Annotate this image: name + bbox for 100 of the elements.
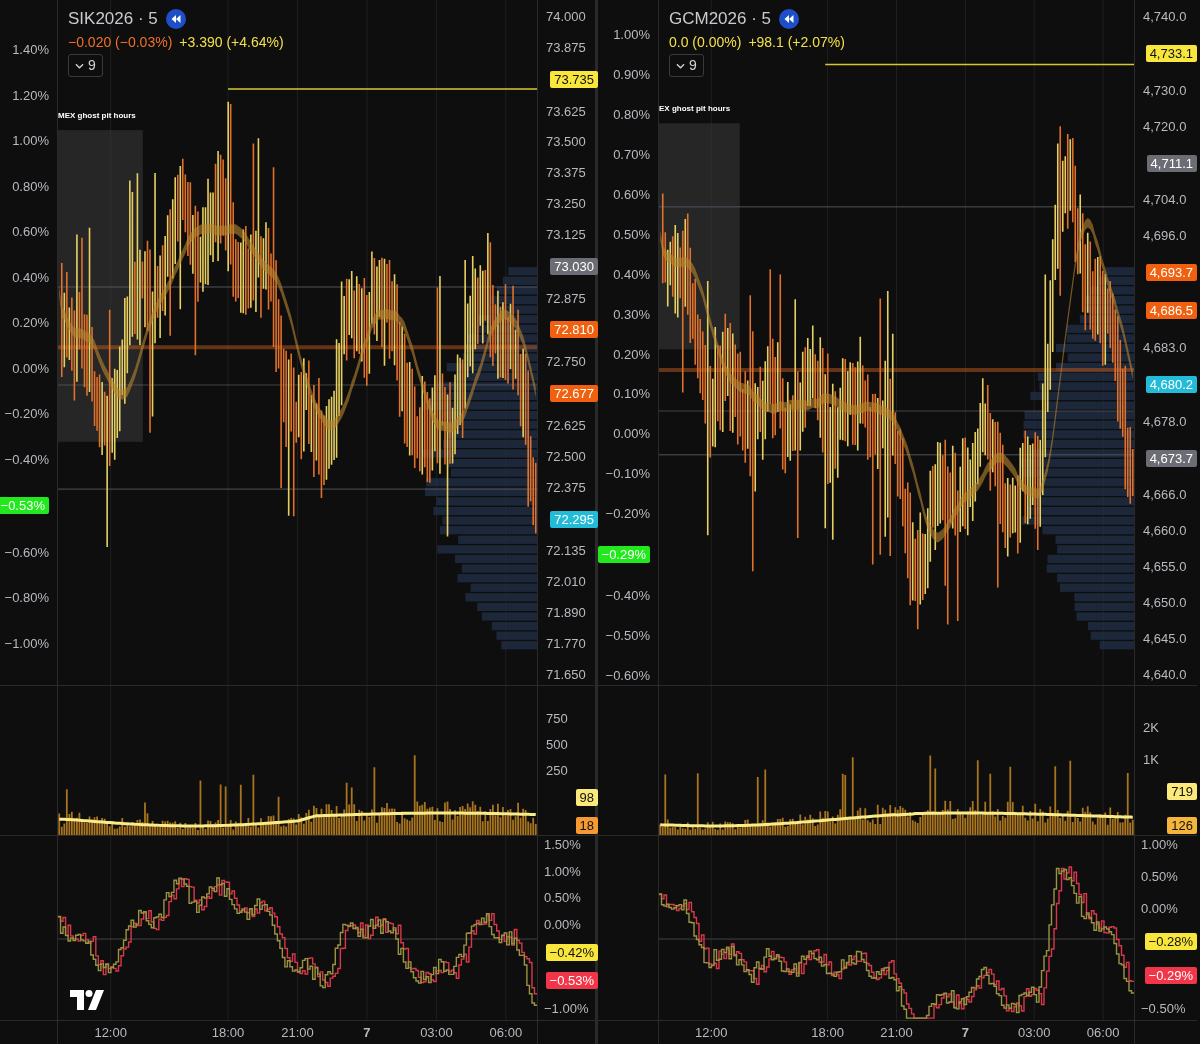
symbol-title[interactable]: GCM2026 · 5 xyxy=(669,8,772,30)
axis-label: 1.20% xyxy=(12,87,49,103)
axis-label: 72.625 xyxy=(546,417,586,433)
chevron-icon xyxy=(676,62,685,69)
price-change: −0.020 (−0.03%) xyxy=(68,33,173,51)
time-label: 21:00 xyxy=(880,1025,913,1041)
time-label: 06:00 xyxy=(489,1025,523,1041)
axis-label: 71.650 xyxy=(546,666,586,682)
axis-badge: 4,733.1 xyxy=(1145,44,1197,62)
session-label: EX ghost pit hours xyxy=(659,104,731,114)
axis-label: −0.50% xyxy=(1141,1001,1186,1016)
axis-label: −1.00% xyxy=(4,635,49,651)
axis-label: 73.500 xyxy=(546,134,586,150)
axis-label: 4,645.0 xyxy=(1143,630,1187,646)
axis-label: 73.875 xyxy=(546,39,586,55)
axis-label: 72.750 xyxy=(546,354,586,370)
axis-label: −0.20% xyxy=(4,406,49,422)
axis-badge: −0.29% xyxy=(597,546,650,564)
axis-badge: 4,693.7 xyxy=(1145,264,1197,282)
axis-label: 73.625 xyxy=(546,103,586,119)
axis-label: 71.890 xyxy=(546,605,586,621)
axis-label: 2K xyxy=(1143,720,1159,735)
time-label: 12:00 xyxy=(695,1025,728,1041)
axis-label: 1.00% xyxy=(1141,837,1178,852)
axis-label: 0.40% xyxy=(12,269,49,285)
axis-badge: −0.53% xyxy=(0,497,49,515)
axis-label: 500 xyxy=(546,737,568,752)
axis-label: 0.50% xyxy=(544,890,581,906)
axis-label: 1.00% xyxy=(613,27,650,42)
symbol-title[interactable]: SIK2026 · 5 xyxy=(68,8,158,30)
price-change: +98.1 (+2.07%) xyxy=(748,33,845,51)
price-change: 0.0 (0.00%) xyxy=(669,33,742,51)
indicators-toggle-button[interactable]: 9 xyxy=(68,54,103,77)
axis-label: 0.40% xyxy=(613,266,650,282)
axis-badge: 72.677 xyxy=(550,385,598,403)
axis-label: −0.60% xyxy=(4,544,49,560)
axis-label: 73.125 xyxy=(546,226,586,242)
time-label: 03:00 xyxy=(1018,1025,1051,1041)
price-change: +3.390 (+4.64%) xyxy=(179,33,284,51)
time-label: 21:00 xyxy=(281,1025,314,1041)
axis-label: 4,655.0 xyxy=(1143,559,1187,575)
axis-label: 72.010 xyxy=(546,574,586,590)
axis-badge: 4,686.5 xyxy=(1145,302,1197,319)
indicators-toggle-button[interactable]: 9 xyxy=(669,54,704,77)
axis-label: 72.875 xyxy=(546,290,586,306)
axis-badge: −0.28% xyxy=(1144,933,1197,950)
axis-label: 4,678.0 xyxy=(1143,413,1187,429)
axis-label: 1.00% xyxy=(12,133,49,149)
axis-badge: 98 xyxy=(575,789,598,806)
axis-label: −0.80% xyxy=(4,590,49,606)
rewind-icon[interactable] xyxy=(165,9,186,29)
time-label: 7 xyxy=(961,1025,969,1041)
rewind-icon[interactable] xyxy=(779,9,800,29)
time-label: 06:00 xyxy=(1086,1025,1120,1041)
axis-label: 0.80% xyxy=(12,178,49,194)
axis-label: −0.10% xyxy=(605,466,650,482)
axis-label: −0.50% xyxy=(605,628,650,644)
chevron-icon xyxy=(75,62,84,69)
axis-label: 73.250 xyxy=(546,196,586,212)
axis-badge: −0.42% xyxy=(545,943,598,961)
axis-label: −0.60% xyxy=(605,668,650,683)
axis-label: 0.90% xyxy=(613,66,650,82)
axis-label: 0.00% xyxy=(1141,901,1178,916)
axis-label: 1.00% xyxy=(544,863,581,879)
axis-badge: 73.030 xyxy=(550,257,598,275)
axis-label: 0.80% xyxy=(613,106,650,122)
session-label: MEX ghost pit hours xyxy=(58,111,136,121)
time-label: 18:00 xyxy=(211,1025,245,1041)
axis-label: 4,696.0 xyxy=(1143,228,1187,244)
axis-label: −0.40% xyxy=(605,588,650,604)
axis-label: 0.20% xyxy=(12,315,49,331)
axis-badge: 4,680.2 xyxy=(1145,375,1197,393)
axis-label: 72.375 xyxy=(546,479,586,495)
axis-label: 0.20% xyxy=(613,346,650,362)
axis-label: 0.60% xyxy=(12,224,49,240)
axis-label: 1.50% xyxy=(544,837,581,852)
axis-label: 74.000 xyxy=(546,9,586,24)
axis-badge: 73.735 xyxy=(550,70,598,88)
axis-badge: 18 xyxy=(575,817,598,834)
axis-label: 72.500 xyxy=(546,448,586,464)
axis-badge: −0.29% xyxy=(1144,967,1197,984)
axis-label: 0.10% xyxy=(613,386,650,402)
axis-label: 750 xyxy=(546,711,568,726)
axis-label: 0.60% xyxy=(613,186,650,202)
axis-label: 71.770 xyxy=(546,635,586,651)
axis-label: 1K xyxy=(1143,751,1159,767)
axis-label: −1.00% xyxy=(544,1000,589,1016)
axis-badge: 719 xyxy=(1167,783,1197,801)
axis-label: 4,730.0 xyxy=(1143,82,1187,98)
axis-label: 0.00% xyxy=(613,426,650,442)
axis-label: 0.00% xyxy=(544,916,581,932)
axis-label: 4,650.0 xyxy=(1143,595,1187,610)
axis-badge: 4,673.7 xyxy=(1145,449,1197,467)
axis-label: 0.00% xyxy=(12,360,49,376)
axis-label: 4,640.0 xyxy=(1143,666,1187,682)
axis-label: 4,683.0 xyxy=(1143,339,1187,355)
axis-badge: 4,711.1 xyxy=(1146,154,1197,172)
axis-label: 4,660.0 xyxy=(1143,523,1187,539)
time-label: 7 xyxy=(363,1025,371,1041)
axis-label: 73.375 xyxy=(546,165,586,181)
